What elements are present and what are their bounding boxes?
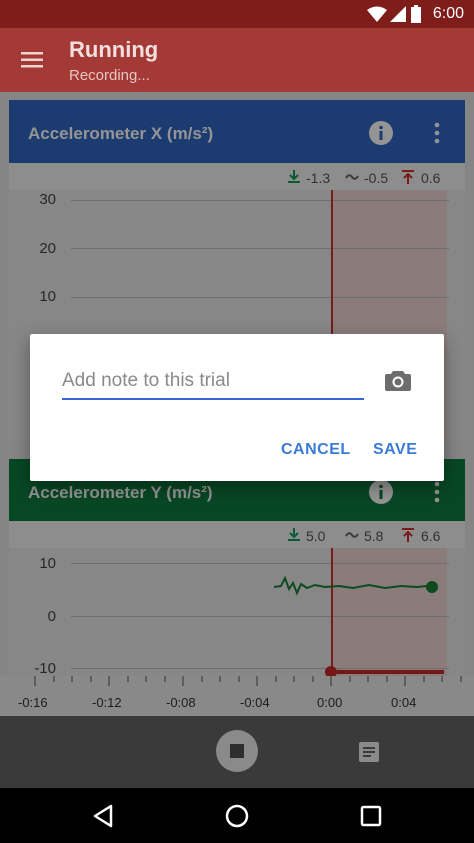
recording-control-bar (0, 716, 474, 788)
save-button[interactable]: SAVE (373, 441, 417, 459)
recents-icon[interactable] (360, 805, 382, 827)
battery-icon (411, 5, 421, 23)
camera-icon[interactable] (385, 369, 411, 391)
hamburger-menu-icon[interactable] (21, 51, 45, 69)
app-title: Running (69, 37, 159, 62)
cancel-button[interactable]: CANCEL (281, 441, 351, 459)
back-icon[interactable] (92, 804, 114, 828)
notes-icon[interactable] (359, 742, 379, 762)
cell-signal-icon (390, 6, 406, 22)
system-nav-bar (0, 788, 474, 843)
home-icon[interactable] (225, 804, 249, 828)
wifi-icon (367, 6, 387, 22)
add-note-dialog: CANCEL SAVE (30, 334, 444, 481)
stop-icon (230, 744, 244, 758)
app-subtitle: Recording... (69, 67, 150, 84)
note-input[interactable] (62, 364, 364, 400)
status-bar: 6:00 (0, 0, 474, 28)
status-time: 6:00 (432, 5, 464, 22)
stop-button[interactable] (216, 730, 258, 772)
